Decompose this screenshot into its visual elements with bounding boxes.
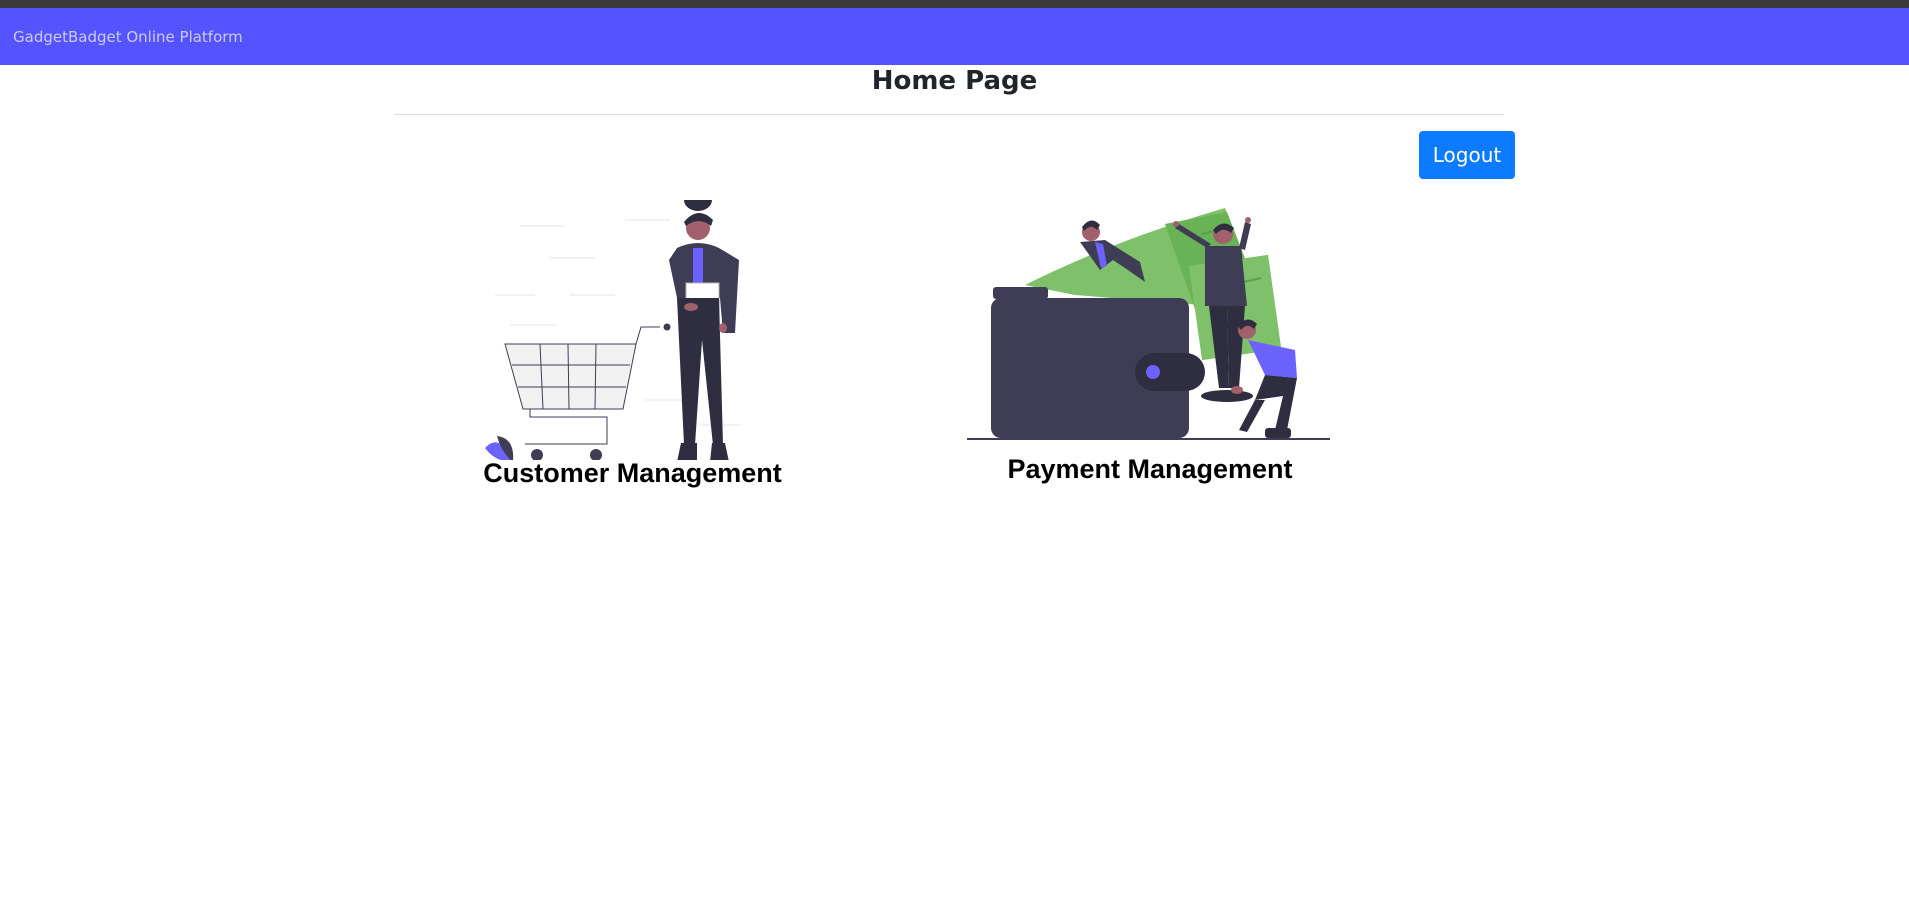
page-title: Home Page: [871, 66, 1038, 96]
window-top-strip: [0, 0, 1909, 8]
payment-management-label: Payment Management: [1007, 454, 1293, 484]
navbar-brand-link[interactable]: GadgetBadget Online Platform: [13, 28, 243, 46]
title-divider: [394, 114, 1504, 115]
customer-management-card[interactable]: Customer Management: [455, 200, 810, 496]
customer-management-label: Customer Management: [483, 458, 782, 488]
shopping-cart-illustration-icon: [485, 200, 740, 460]
navbar: GadgetBadget Online Platform: [0, 8, 1909, 65]
wallet-money-illustration-icon: [967, 208, 1330, 440]
payment-management-card[interactable]: Payment Management: [965, 200, 1335, 496]
logout-button[interactable]: Logout: [1419, 131, 1515, 179]
